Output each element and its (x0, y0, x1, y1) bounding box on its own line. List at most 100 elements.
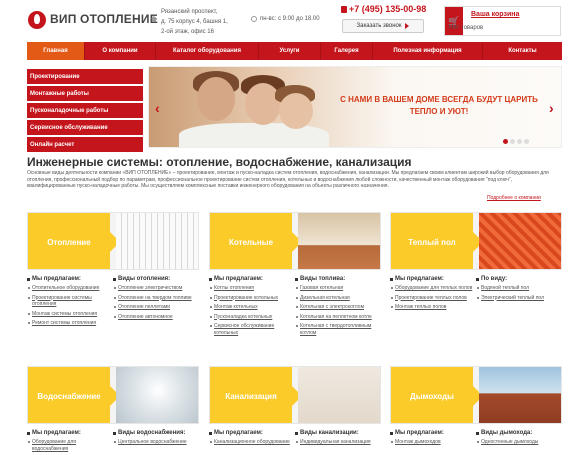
nav-item-contacts[interactable]: Контакты (483, 42, 562, 60)
card-title[interactable]: Дымоходы (391, 367, 483, 423)
faucet-photo (116, 367, 198, 423)
col-heading: Мы предлагаем: (209, 276, 295, 282)
col-heading: Виды отопления: (113, 276, 199, 282)
callback-label: Заказать звонок (356, 23, 402, 29)
card-image[interactable]: Теплый пол (390, 212, 562, 270)
logo-flame-icon[interactable] (28, 11, 46, 29)
card-link[interactable]: Газовая котельная (295, 285, 381, 292)
card-link[interactable]: Проектирование теплых полов (390, 295, 476, 302)
cart-widget[interactable]: 🛒 Ваша корзина Нет товаров (444, 6, 561, 36)
service-card-chimneys: Дымоходы Мы предлагаем: Монтаж дымоходов… (390, 366, 562, 449)
col-heading: Виды водоснабжения: (113, 430, 199, 436)
banner-photo (197, 77, 235, 121)
col-heading: По виду: (476, 276, 562, 282)
radiator-photo (116, 213, 198, 269)
slider-dot[interactable] (510, 139, 515, 144)
cart-title[interactable]: Ваша корзина (471, 11, 519, 18)
cart-status: Нет товаров (449, 25, 484, 31)
nav-item-services[interactable]: Услуги (259, 42, 321, 60)
card-title[interactable]: Котельные (210, 213, 302, 269)
col-heading: Виды канализации: (295, 430, 381, 436)
col-heading: Мы предлагаем: (209, 430, 295, 436)
card-link[interactable]: Котельная с электрокотлом (295, 304, 381, 311)
boiler-room-photo (298, 213, 380, 269)
card-link[interactable]: Котельная на пеллетном котле (295, 314, 381, 321)
card-link[interactable]: Оборудование для теплых полов (390, 285, 476, 292)
banner-text: С НАМИ В ВАШЕМ ДОМЕ ВСЕГДА БУДУТ ЦАРИТЬ … (340, 95, 538, 116)
logo-text[interactable]: ВИП ОТОПЛЕНИЕ (50, 12, 158, 26)
card-link[interactable]: Отопительное оборудование (27, 285, 113, 292)
chevron-right-icon[interactable]: › (549, 101, 559, 115)
card-link[interactable]: Электрический теплый пол (476, 295, 562, 302)
card-link[interactable]: Сервисное обслуживание котельных (209, 323, 295, 336)
card-image[interactable]: Водоснабжение (27, 366, 199, 424)
card-image[interactable]: Котельные (209, 212, 381, 270)
sidebar-item-service[interactable]: Сервисное обслуживание (27, 120, 143, 135)
nav-item-about[interactable]: О компании (85, 42, 156, 60)
more-about-link[interactable]: Подробнее о компании (487, 195, 541, 201)
page-title: Инженерные системы: отопление, водоснабж… (27, 155, 412, 169)
card-link[interactable]: Монтаж теплых полов (390, 304, 476, 311)
card-link[interactable]: Монтаж котельных (209, 304, 295, 311)
nav-item-gallery[interactable]: Галерея (321, 42, 373, 60)
nav-item-catalog[interactable]: Каталог оборудования (156, 42, 259, 60)
card-link[interactable]: Дизельная котельная (295, 295, 381, 302)
sidebar-item-calc[interactable]: Онлайн расчет (27, 137, 143, 152)
card-image[interactable]: Дымоходы (390, 366, 562, 424)
chevron-left-icon[interactable]: ‹ (155, 101, 165, 115)
sidebar-item-installation[interactable]: Монтажные работы (27, 86, 143, 101)
card-link[interactable]: Пусконаладка котельных (209, 314, 295, 321)
card-title[interactable]: Отопление (28, 213, 120, 269)
col-heading: Мы предлагаем: (27, 430, 113, 436)
service-card-floor-heating: Теплый пол Мы предлагаем: Оборудование д… (390, 212, 562, 314)
nav-item-info[interactable]: Полезная информация (373, 42, 483, 60)
card-link[interactable]: Проектирование котельных (209, 295, 295, 302)
col-heading: Виды топлива: (295, 276, 381, 282)
address: Рязанский проспект, д. 75 корпус 4, башн… (161, 7, 271, 37)
col-heading: Мы предлагаем: (27, 276, 113, 282)
clock-icon (251, 16, 257, 22)
hero-banner: ‹ › С НАМИ В ВАШЕМ ДОМЕ ВСЕГДА БУДУТ ЦАР… (148, 66, 562, 148)
sidebar-item-commissioning[interactable]: Пусконаладочные работы (27, 103, 143, 118)
phone-number[interactable]: +7 (495) 135-00-98 (349, 4, 426, 14)
nav-item-home[interactable]: Главная (27, 42, 85, 60)
card-link[interactable]: Водяной теплый пол (476, 285, 562, 292)
col-heading: Мы предлагаем: (390, 276, 476, 282)
callback-button[interactable]: Заказать звонок (342, 19, 424, 33)
slider-dot[interactable] (517, 139, 522, 144)
slider-dots (503, 139, 529, 144)
card-link[interactable]: Котельная с твердотопливным котлом (295, 323, 381, 336)
main-nav: Главная О компании Каталог оборудования … (27, 42, 562, 60)
banner-photo (245, 83, 281, 125)
service-card-heating: Отопление Мы предлагаем: Отопительное об… (27, 212, 199, 330)
card-image[interactable]: Канализация (209, 366, 381, 424)
slider-dot[interactable] (524, 139, 529, 144)
service-card-sewage: Канализация Мы предлагаем: Канализационн… (209, 366, 381, 449)
card-link[interactable]: Отопление автономное (113, 314, 199, 321)
card-link[interactable]: Отопление пеллетами (113, 304, 199, 311)
header: ВИП ОТОПЛЕНИЕ Рязанский проспект, д. 75 … (0, 0, 584, 42)
sidebar-item-design[interactable]: Проектирование (27, 69, 143, 84)
col-heading: Мы предлагаем: (390, 430, 476, 436)
card-link[interactable]: Проектирование системы отопления (27, 295, 113, 308)
working-hours: пн-вс: с 9.00 до 18.00 (260, 16, 320, 22)
card-link[interactable]: Монтаж системы отопления (27, 311, 113, 318)
card-link[interactable]: Котлы отопления (209, 285, 295, 292)
intro-text: Основные виды деятельности компании «ВИП… (27, 170, 549, 189)
card-title[interactable]: Водоснабжение (28, 367, 120, 423)
card-link[interactable]: Отопление электричеством (113, 285, 199, 292)
arrow-right-icon (405, 23, 410, 29)
slider-dot[interactable] (503, 139, 508, 144)
sidebar-menu: Проектирование Монтажные работы Пусконал… (27, 69, 143, 154)
service-card-water: Водоснабжение Мы предлагаем: Оборудовани… (27, 366, 199, 455)
card-link[interactable]: Ремонт системы отопления (27, 320, 113, 327)
card-title[interactable]: Канализация (210, 367, 302, 423)
toilet-photo (298, 367, 380, 423)
col-heading: Виды дымохода: (476, 430, 562, 436)
card-title[interactable]: Теплый пол (391, 213, 483, 269)
card-link[interactable]: Отопление на твердом топливе (113, 295, 199, 302)
chimney-photo (479, 367, 561, 423)
card-image[interactable]: Отопление (27, 212, 199, 270)
card-link[interactable]: Оборудование для водоснабжения (27, 439, 113, 452)
banner-photo (279, 93, 313, 129)
